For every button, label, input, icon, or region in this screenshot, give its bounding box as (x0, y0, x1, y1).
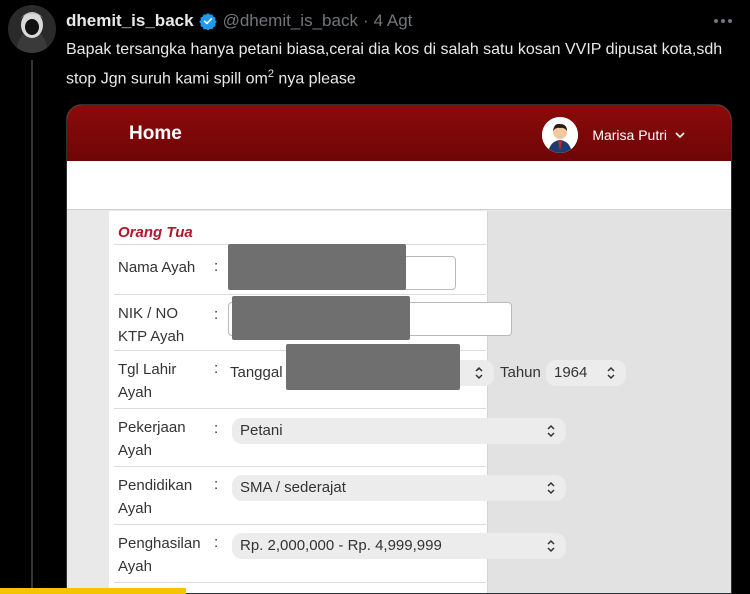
label-tgl-lahir-line2: Ayah (118, 384, 152, 401)
redaction-block (232, 296, 410, 340)
form-content: Orang Tua Nama Ayah : NIK / NO KTP Ayah … (66, 104, 732, 594)
row-separator (114, 408, 486, 409)
tweet-text: Bapak tersangka hanya petani biasa,cerai… (66, 38, 746, 91)
pendidikan-select[interactable]: SMA / sederajat (232, 475, 566, 501)
colon: : (214, 360, 219, 377)
select-updown-icon (546, 475, 556, 505)
colon: : (214, 258, 219, 275)
tweet-text-main: Bapak tersangka hanya petani biasa,cerai… (66, 41, 723, 88)
redaction-block (286, 344, 460, 390)
redaction-block (228, 244, 406, 290)
section-title: Orang Tua (118, 224, 193, 241)
row-separator (114, 294, 486, 295)
label-nik-line2: KTP Ayah (118, 328, 185, 345)
author-handle[interactable]: @dhemit_is_back (223, 11, 358, 31)
more-options-icon[interactable] (712, 10, 734, 32)
select-updown-icon (474, 366, 484, 385)
verified-badge-icon (198, 12, 217, 30)
row-separator (114, 582, 486, 583)
colon: : (214, 306, 219, 323)
tweet-date[interactable]: 4 Agt (374, 11, 413, 31)
label-penghasilan-line2: Ayah (118, 558, 152, 575)
label-pekerjaan-line2: Ayah (118, 442, 152, 459)
tweet-text-tail: nya please (273, 70, 356, 88)
colon: : (214, 534, 219, 551)
pendidikan-value: SMA / sederajat (240, 479, 346, 496)
thread-line (31, 60, 33, 594)
label-nik-line1: NIK / NO (118, 305, 179, 322)
label-pendidikan-line2: Ayah (118, 500, 152, 517)
penghasilan-select[interactable]: Rp. 2,000,000 - Rp. 4,999,999 (232, 533, 566, 559)
select-updown-icon (546, 533, 556, 563)
select-updown-icon (546, 418, 556, 448)
label-tahun: Tahun (500, 364, 541, 381)
penghasilan-value: Rp. 2,000,000 - Rp. 4,999,999 (240, 537, 442, 554)
label-tanggal: Tanggal (230, 364, 283, 381)
tahun-select[interactable]: 1964 (546, 360, 626, 386)
colon: : (214, 476, 219, 493)
row-separator (114, 524, 486, 525)
pekerjaan-select[interactable]: Petani (232, 418, 566, 444)
label-pendidikan-line1: Pendidikan (118, 477, 193, 494)
colon: : (214, 420, 219, 437)
pekerjaan-value: Petani (240, 422, 283, 439)
author-display-name[interactable]: dhemit_is_back (66, 11, 194, 31)
tweet-header: dhemit_is_back @dhemit_is_back · 4 Agt (66, 9, 412, 33)
row-separator (114, 466, 486, 467)
author-avatar[interactable] (8, 5, 56, 53)
accent-strip (0, 588, 186, 594)
meta-separator: · (362, 11, 369, 30)
select-updown-icon (606, 360, 616, 390)
tahun-value: 1964 (554, 364, 588, 381)
label-penghasilan-line1: Penghasilan (118, 535, 201, 552)
label-tgl-lahir-line1: Tgl Lahir (118, 361, 177, 378)
label-nama-ayah: Nama Ayah (118, 259, 196, 276)
label-pekerjaan-line1: Pekerjaan (118, 419, 186, 436)
